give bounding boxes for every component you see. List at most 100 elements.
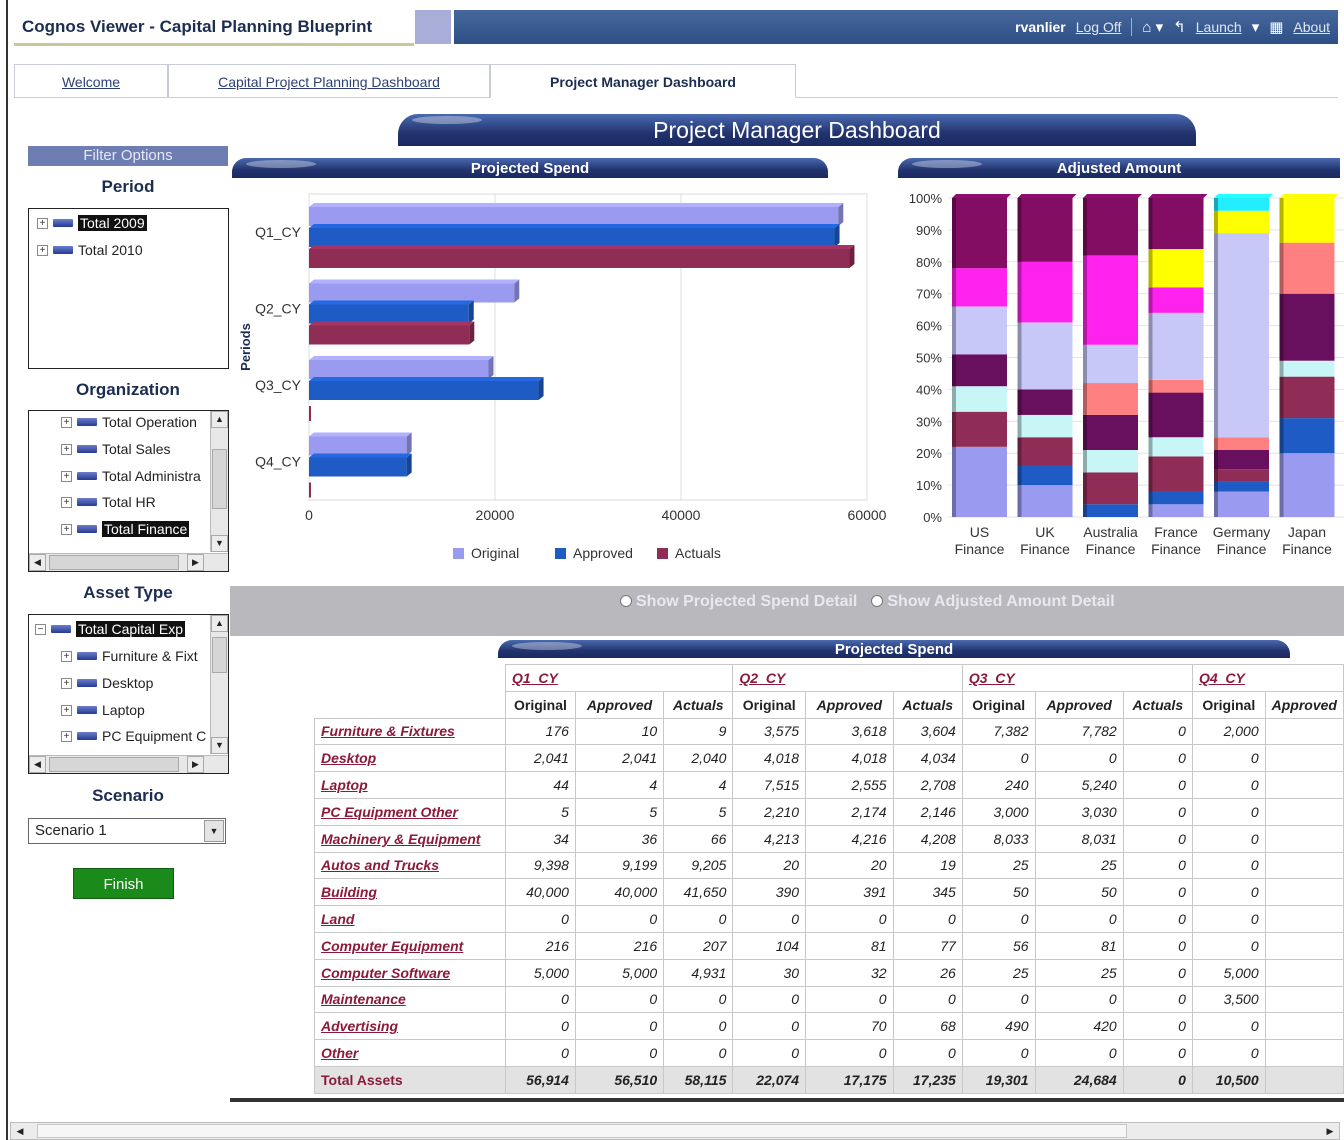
radio-icon[interactable] — [871, 595, 884, 607]
adjusted-detail-option[interactable]: Show Adjusted Amount Detail — [871, 593, 1115, 611]
tree-item-label[interactable]: PC Equipment C — [102, 728, 206, 744]
about-link[interactable]: About — [1293, 19, 1330, 35]
tab-project-manager[interactable]: Project Manager Dashboard — [490, 64, 796, 98]
tree-item-label[interactable]: Total Operation — [102, 414, 197, 430]
tree-item[interactable]: + Total 2009 — [37, 213, 147, 233]
scroll-left-icon[interactable]: ◀ — [29, 554, 46, 571]
row-label-link[interactable]: Advertising — [314, 1012, 506, 1041]
expand-icon[interactable]: + — [61, 416, 72, 428]
tab-welcome[interactable]: Welcome — [14, 64, 168, 98]
tree-item-label[interactable]: Total HR — [102, 494, 156, 510]
chevron-down-icon[interactable]: ▼ — [204, 820, 224, 842]
tree-item-label[interactable]: Total 2009 — [78, 215, 147, 231]
tree-item-label[interactable]: Total Finance — [102, 521, 190, 537]
expand-icon[interactable]: + — [37, 217, 48, 229]
left-frame-rule — [6, 0, 8, 1140]
row-label-link[interactable]: Autos and Trucks — [314, 851, 506, 880]
collapse-icon[interactable]: − — [35, 623, 46, 635]
tree-item[interactable]: − Total Capital Exp — [35, 619, 186, 639]
scroll-thumb[interactable] — [49, 757, 179, 772]
log-off-link[interactable]: Log Off — [1076, 19, 1122, 35]
stack-segment-edge — [1017, 322, 1022, 390]
quarter-header[interactable]: Q4_CY — [1191, 664, 1344, 692]
tree-item-label[interactable]: Total Capital Exp — [76, 621, 186, 637]
vertical-scrollbar[interactable]: ▲ ▼ — [210, 411, 228, 552]
tree-item[interactable]: + Furniture & Fixt — [61, 646, 198, 666]
tree-item[interactable]: + Total HR — [61, 492, 156, 512]
bar — [309, 457, 407, 477]
scroll-up-icon[interactable]: ▲ — [211, 615, 228, 632]
horizontal-scrollbar[interactable]: ◀ ▶ — [29, 553, 228, 571]
row-label-link[interactable]: Maintenance — [314, 985, 506, 1014]
tree-item[interactable]: + Total Operation — [61, 412, 197, 432]
quarter-header[interactable]: Q3_CY — [961, 664, 1193, 692]
scroll-left-icon[interactable]: ◀ — [11, 1123, 29, 1139]
table-cell — [1264, 958, 1344, 987]
row-label-link[interactable]: PC Equipment Other — [314, 797, 506, 826]
bar-top — [309, 245, 855, 249]
scroll-right-icon[interactable]: ▶ — [187, 756, 204, 773]
stack-segment-edge — [952, 198, 956, 269]
expand-icon[interactable]: + — [61, 470, 72, 482]
tree-item[interactable]: + Desktop — [61, 673, 153, 693]
tree-item-label[interactable]: Laptop — [102, 702, 145, 718]
tree-item-label[interactable]: Desktop — [102, 675, 153, 691]
table-cell: 56,914 — [504, 1065, 576, 1094]
finish-button[interactable]: Finish — [73, 868, 174, 899]
quarter-header[interactable]: Q1_CY — [504, 664, 734, 692]
tree-item[interactable]: + Total Sales — [61, 439, 170, 459]
vertical-scrollbar[interactable]: ▲ ▼ — [210, 615, 228, 754]
quarter-header[interactable]: Q2_CY — [732, 664, 963, 692]
tree-item-label[interactable]: Total 2010 — [78, 242, 143, 258]
scroll-up-icon[interactable]: ▲ — [211, 411, 228, 428]
tree-item[interactable]: + PC Equipment C — [61, 726, 206, 746]
tree-item-label[interactable]: Total Administra — [102, 468, 201, 484]
expand-icon[interactable]: + — [61, 730, 72, 742]
scroll-thumb[interactable] — [49, 555, 179, 570]
tree-item-label[interactable]: Total Sales — [102, 441, 170, 457]
scroll-thumb[interactable] — [37, 1124, 1127, 1138]
radio-icon[interactable] — [620, 595, 632, 607]
row-label-link[interactable]: Laptop — [314, 771, 506, 799]
row-label-link[interactable]: Computer Software — [314, 958, 506, 987]
row-label-link[interactable]: Other — [314, 1039, 506, 1067]
tree-item[interactable]: + Total Administra — [61, 466, 201, 486]
row-label-link[interactable]: Desktop — [314, 744, 506, 773]
x-tick-label: 0 — [305, 507, 313, 523]
tab-capital-project-planning-label[interactable]: Capital Project Planning Dashboard — [218, 74, 440, 90]
tree-item-label[interactable]: Furniture & Fixt — [102, 648, 198, 664]
expand-icon[interactable]: + — [61, 650, 72, 662]
home-icon[interactable]: ⌂ ▾ — [1142, 18, 1163, 36]
expand-icon[interactable]: + — [61, 443, 72, 455]
scroll-thumb[interactable] — [212, 449, 227, 509]
scroll-thumb[interactable] — [212, 637, 227, 673]
expand-icon[interactable]: + — [61, 496, 72, 508]
scroll-right-icon[interactable]: ▶ — [1321, 1123, 1339, 1139]
row-label-link[interactable]: Computer Equipment — [314, 931, 506, 960]
bar — [309, 482, 311, 498]
page-horizontal-scrollbar[interactable]: ◀ ▶ — [10, 1122, 1340, 1140]
scroll-down-icon[interactable]: ▼ — [211, 737, 228, 754]
launch-link[interactable]: Launch — [1196, 19, 1242, 35]
expand-icon[interactable]: + — [61, 677, 72, 689]
stack-segment — [1279, 360, 1335, 377]
scroll-right-icon[interactable]: ▶ — [187, 554, 204, 571]
scenario-select[interactable]: Scenario 1 ▼ — [28, 818, 226, 844]
row-label-link[interactable]: Land — [314, 905, 506, 933]
spend-detail-option[interactable]: Show Projected Spend Detail — [620, 593, 857, 611]
chevron-down-icon[interactable]: ▾ — [1252, 18, 1260, 36]
row-label-link[interactable]: Machinery & Equipment — [314, 824, 506, 853]
tree-item[interactable]: + Laptop — [61, 700, 145, 720]
tab-capital-project-planning[interactable]: Capital Project Planning Dashboard — [168, 64, 490, 98]
tab-welcome-label[interactable]: Welcome — [62, 74, 120, 90]
expand-icon[interactable]: + — [61, 523, 72, 535]
row-label-link[interactable]: Building — [314, 878, 506, 907]
expand-icon[interactable]: + — [37, 244, 48, 256]
scroll-down-icon[interactable]: ▼ — [211, 535, 228, 552]
row-label-link[interactable]: Furniture & Fixtures — [314, 717, 506, 746]
expand-icon[interactable]: + — [61, 704, 72, 716]
tree-item[interactable]: + Total 2010 — [37, 240, 143, 260]
horizontal-scrollbar[interactable]: ◀ ▶ — [29, 755, 228, 773]
tree-item[interactable]: + Total Finance — [61, 519, 190, 539]
scroll-left-icon[interactable]: ◀ — [29, 756, 46, 773]
